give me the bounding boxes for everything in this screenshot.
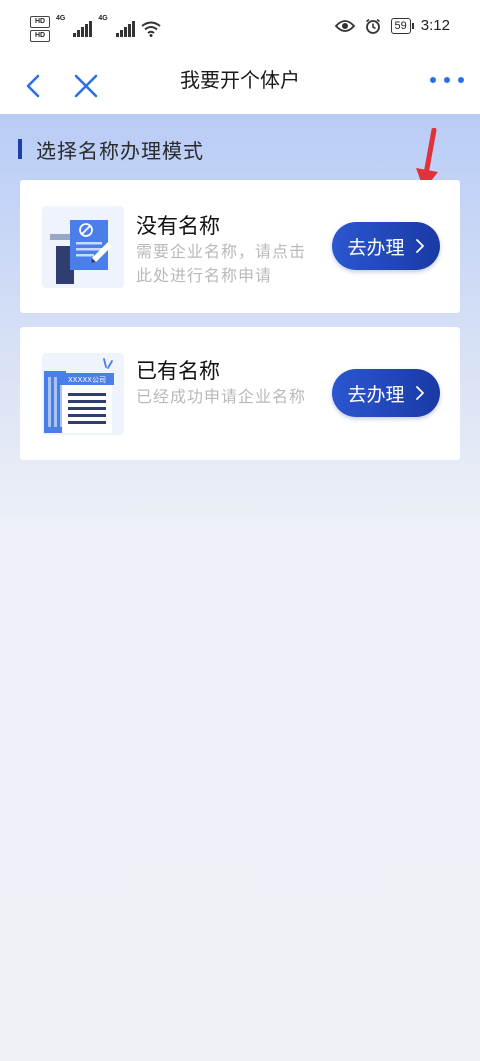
go-handle-button-no-name[interactable]: 去办理 <box>332 222 440 270</box>
hd-badge-2: HD <box>30 30 50 42</box>
alarm-icon <box>365 18 380 34</box>
chevron-right-icon <box>415 386 424 400</box>
section-accent-bar <box>18 139 22 159</box>
wifi-icon <box>141 21 161 37</box>
network-type-1: 4G <box>56 15 66 22</box>
chevron-right-icon <box>415 239 424 253</box>
option-card-has-name: XXXXX公司 已有名称 已经成功申请企业名称 去办理 <box>20 327 460 460</box>
battery-icon: 59 <box>390 17 415 34</box>
go-button-label: 去办理 <box>347 383 405 406</box>
company-building-icon: XXXXX公司 <box>42 353 124 435</box>
status-left: HD HD 4G 4G <box>30 15 161 43</box>
eye-icon <box>334 19 355 32</box>
clock: 3:12 <box>420 17 450 34</box>
status-right: 59 3:12 <box>334 17 450 34</box>
signal-icon-1 <box>73 21 93 37</box>
section-heading: 选择名称办理模式 <box>18 134 204 164</box>
option-description: 已经成功申请企业名称 <box>136 387 307 406</box>
option-title: 没有名称 <box>136 214 220 238</box>
page-title: 我要开个体户 <box>180 68 300 92</box>
document-edit-icon <box>42 206 124 288</box>
network-type-2: 4G <box>98 15 108 22</box>
hd-badge-1: HD <box>30 16 50 28</box>
status-bar: HD HD 4G 4G 59 3:12 <box>0 0 480 58</box>
signal-icon-2 <box>115 21 135 37</box>
more-icon[interactable] <box>430 70 464 90</box>
hd-indicators: HD HD <box>30 16 50 42</box>
option-title: 已有名称 <box>136 359 220 383</box>
go-handle-button-has-name[interactable]: 去办理 <box>332 369 440 417</box>
go-button-label: 去办理 <box>347 236 405 259</box>
company-sign-text: XXXXX公司 <box>68 376 106 384</box>
nav-bar: 我要开个体户 <box>0 58 480 114</box>
option-card-no-name: 没有名称 需要企业名称，请点击此处进行名称申请 去办理 <box>20 180 460 313</box>
section-title: 选择名称办理模式 <box>36 138 204 163</box>
option-description: 需要企业名称，请点击此处进行名称申请 <box>136 242 307 285</box>
